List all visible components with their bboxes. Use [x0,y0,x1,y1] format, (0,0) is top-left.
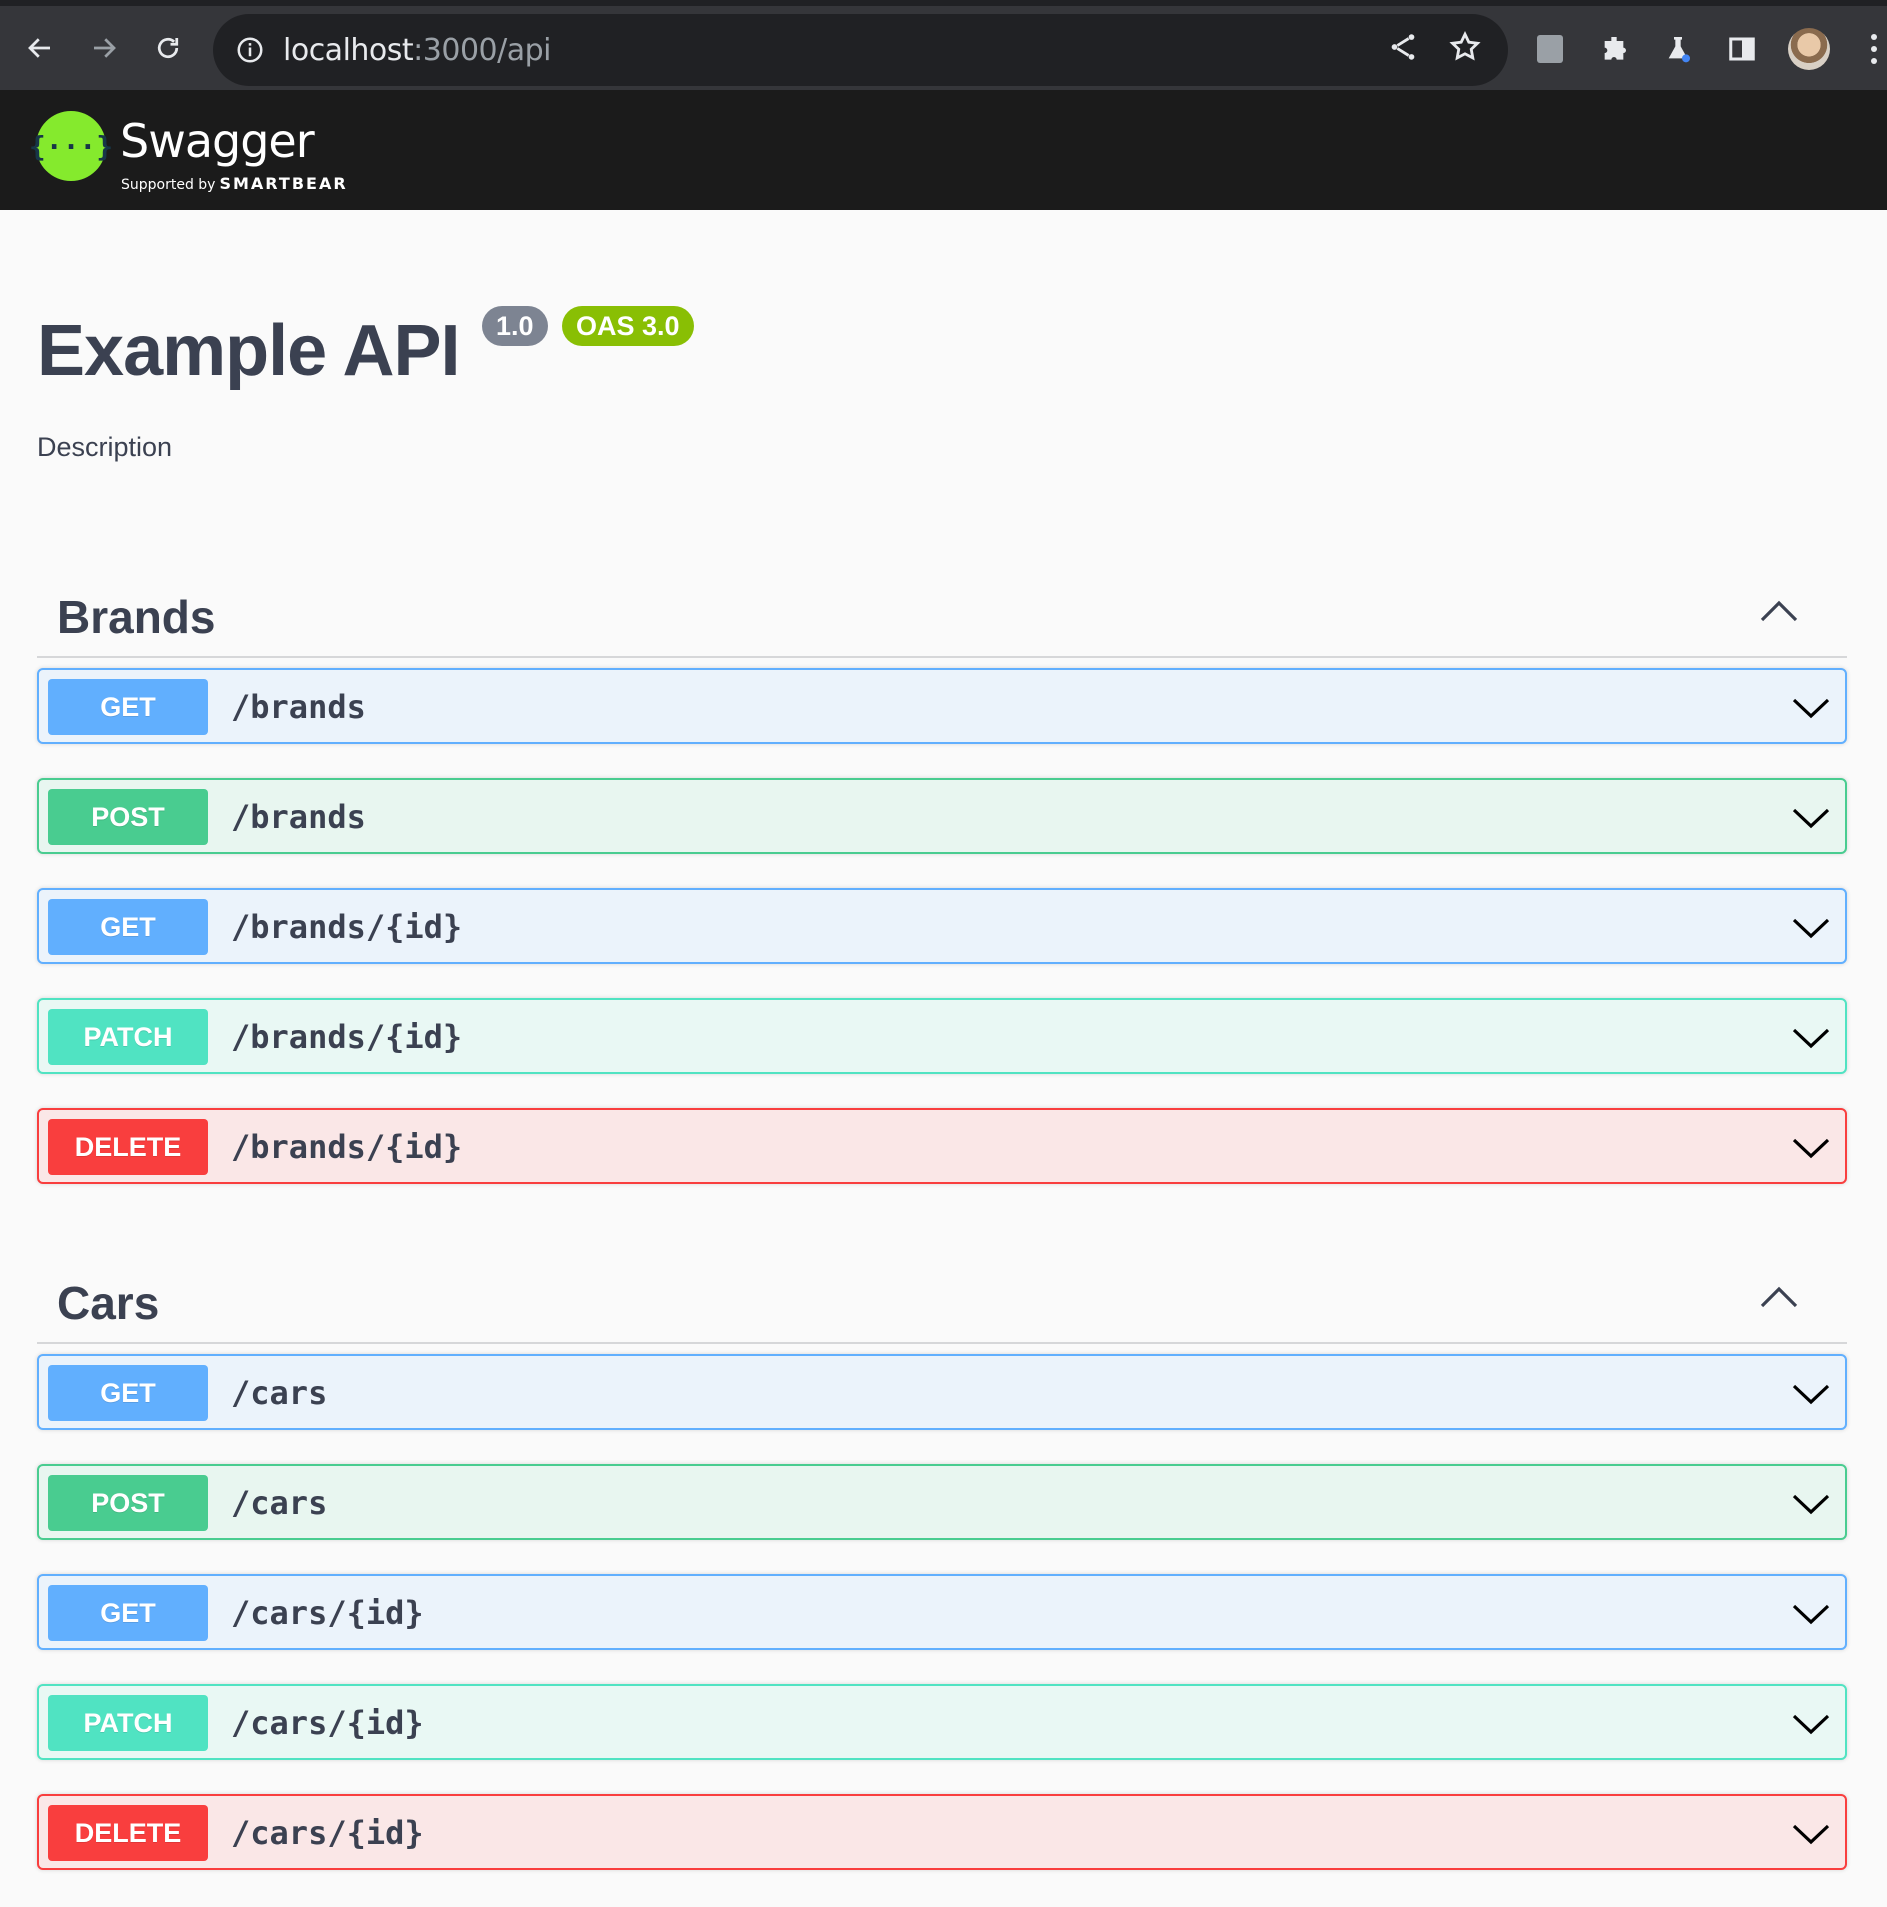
tag-header[interactable]: Brands [37,550,1847,658]
method-badge: GET [48,1585,208,1641]
method-badge: GET [48,1365,208,1421]
chevron-down-icon[interactable] [1791,1712,1831,1736]
operation-path: /brands/{id} [231,1018,463,1056]
oas-badge: OAS 3.0 [562,306,694,346]
chevron-up-icon[interactable] [1759,1284,1799,1310]
swagger-content: Example API 1.0 OAS 3.0 Description Bran… [0,210,1887,1870]
reload-icon[interactable] [144,24,192,72]
address-bar[interactable]: localhost:3000/api [213,14,1508,86]
tag-name[interactable]: Brands [57,590,215,644]
side-panel-icon[interactable] [1724,31,1760,67]
share-icon[interactable] [1386,30,1420,64]
puzzle-extensions-icon[interactable] [1596,31,1632,67]
back-icon[interactable] [16,24,64,72]
chevron-down-icon[interactable] [1791,806,1831,830]
tag-section-cars: Cars GET/cars POST/cars GET/cars/{id} PATCH /… [37,1236,1847,1870]
browser-menu-icon[interactable] [1867,34,1881,64]
chevron-down-icon[interactable] [1791,1382,1831,1406]
swagger-logo-icon[interactable]: {···} [29,111,113,181]
operation-patch[interactable]: PATCH/brands/{id} [37,998,1847,1074]
method-badge: GET [48,679,208,735]
operation-delete[interactable]: DELETE/cars/{id} [37,1794,1847,1870]
operation-path: /cars [231,1484,328,1522]
tag-section-brands: Brands GET/brands POST/brands GET/brands/{i… [37,550,1847,1184]
chevron-down-icon[interactable] [1791,696,1831,720]
method-badge: POST [48,1475,208,1531]
chevron-down-icon[interactable] [1791,916,1831,940]
chevron-down-icon[interactable] [1791,1136,1831,1160]
operation-patch[interactable]: PATCH/cars/{id} [37,1684,1847,1760]
chevron-down-icon[interactable] [1791,1492,1831,1516]
chevron-down-icon[interactable] [1791,1026,1831,1050]
operation-path: /cars/{id} [231,1814,424,1852]
operation-get[interactable]: GET/brands [37,668,1847,744]
browser-toolbar: localhost:3000/api [0,0,1887,90]
extension-icon[interactable] [1532,31,1568,67]
chevron-down-icon[interactable] [1791,1602,1831,1626]
operation-path: /brands [231,688,366,726]
labs-flask-icon[interactable] [1660,31,1696,67]
profile-avatar[interactable] [1788,28,1830,70]
url-text: localhost:3000/api [283,32,551,68]
method-badge: PATCH [48,1695,208,1751]
swagger-topbar: {···} Swagger Supported by SMARTBEAR [0,90,1887,210]
method-badge: GET [48,899,208,955]
site-info-icon[interactable] [235,35,265,65]
api-description: Description [37,432,173,462]
chevron-up-icon[interactable] [1759,598,1799,624]
tag-header[interactable]: Cars [37,1236,1847,1344]
page-title: Example API [37,311,461,391]
operation-post[interactable]: POST/brands [37,778,1847,854]
operation-path: /brands/{id} [231,1128,463,1166]
operation-get[interactable]: GET/cars/{id} [37,1574,1847,1650]
operation-get[interactable]: GET/brands/{id} [37,888,1847,964]
operation-path: /cars [231,1374,328,1412]
swagger-supported-by: Supported by SMARTBEAR [121,174,348,193]
swagger-logo-text[interactable]: Swagger [120,114,315,168]
operation-get[interactable]: GET/cars [37,1354,1847,1430]
method-badge: DELETE [48,1119,208,1175]
operation-path: /brands [231,798,366,836]
method-badge: PATCH [48,1009,208,1065]
operation-path: /cars/{id} [231,1704,424,1742]
operation-post[interactable]: POST/cars [37,1464,1847,1540]
forward-icon[interactable] [80,24,128,72]
tag-name[interactable]: Cars [57,1276,159,1330]
operation-delete[interactable]: DELETE/brands/{id} [37,1108,1847,1184]
chevron-down-icon[interactable] [1791,1822,1831,1846]
method-badge: POST [48,789,208,845]
operation-path: /cars/{id} [231,1594,424,1632]
version-badge: 1.0 [482,306,548,346]
bookmark-star-icon[interactable] [1448,30,1482,64]
method-badge: DELETE [48,1805,208,1861]
operation-path: /brands/{id} [231,908,463,946]
api-info: Example API 1.0 OAS 3.0 Description [37,210,1847,550]
